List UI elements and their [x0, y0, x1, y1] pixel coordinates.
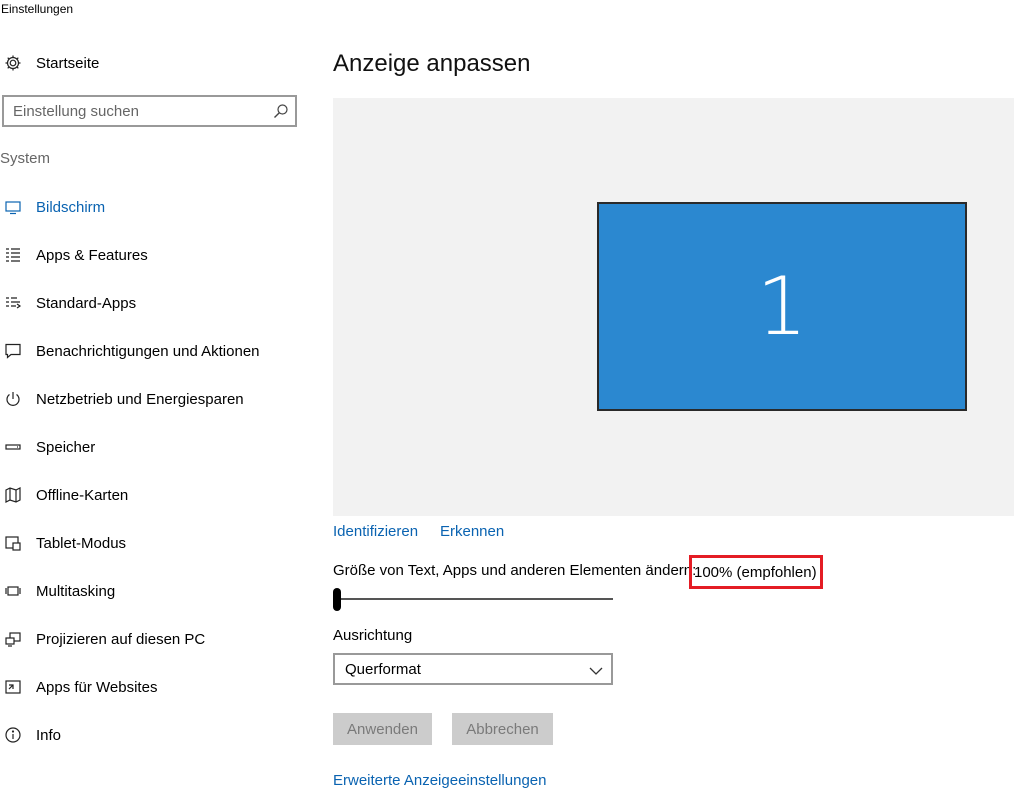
project-icon	[4, 630, 22, 648]
sidebar-item-projizieren[interactable]: Projizieren auf diesen PC	[0, 624, 300, 654]
orientation-label: Ausrichtung	[333, 627, 413, 644]
sidebar-item-apps-websites[interactable]: Apps für Websites	[0, 672, 300, 702]
sidebar-item-label: Apps für Websites	[36, 678, 158, 696]
monitor-number: 1	[756, 259, 808, 353]
window-title: Einstellungen	[1, 2, 74, 16]
list-icon	[4, 246, 22, 264]
sidebar-item-info[interactable]: Info	[0, 720, 300, 750]
sidebar-item-label: Info	[36, 726, 62, 744]
orientation-dropdown[interactable]: Querformat	[333, 653, 613, 685]
sidebar-item-speicher[interactable]: Speicher	[0, 432, 300, 462]
sidebar-item-label: Apps & Features	[36, 246, 148, 264]
power-icon	[4, 390, 22, 408]
sidebar-item-label: Speicher	[36, 438, 96, 456]
sidebar-item-standard-apps[interactable]: Standard-Apps	[0, 288, 300, 318]
search-icon[interactable]	[273, 103, 289, 119]
advanced-display-settings-link[interactable]: Erweiterte Anzeigeeinstellungen	[333, 772, 546, 789]
info-icon	[4, 726, 22, 744]
display-arrangement-area: 1	[333, 98, 1014, 516]
scale-slider-thumb[interactable]	[333, 588, 341, 611]
cancel-button[interactable]: Abbrechen	[452, 713, 553, 745]
sidebar-item-tablet-modus[interactable]: Tablet-Modus	[0, 528, 300, 558]
identify-link[interactable]: Identifizieren	[333, 523, 418, 540]
sidebar-item-label: Netzbetrieb und Energiesparen	[36, 390, 244, 408]
tablet-icon	[4, 534, 22, 552]
map-icon	[4, 486, 22, 504]
sidebar-item-label: Offline-Karten	[36, 486, 129, 504]
home-label: Startseite	[36, 54, 100, 72]
orientation-value: Querformat	[345, 660, 421, 678]
gear-icon	[4, 54, 22, 72]
home-link[interactable]: Startseite	[4, 52, 99, 74]
sidebar-item-label: Benachrichtigungen und Aktionen	[36, 342, 260, 360]
notification-icon	[4, 342, 22, 360]
sidebar-item-label: Bildschirm	[36, 198, 106, 216]
sidebar-item-bildschirm[interactable]: Bildschirm	[0, 192, 300, 222]
scale-label: Größe von Text, Apps und anderen Element…	[333, 562, 697, 579]
section-label-system: System	[0, 150, 51, 167]
sidebar-item-apps-features[interactable]: Apps & Features	[0, 240, 300, 270]
sidebar-item-label: Multitasking	[36, 582, 116, 600]
chevron-down-icon	[589, 663, 603, 681]
sidebar-item-label: Standard-Apps	[36, 294, 137, 312]
storage-icon	[4, 438, 22, 456]
sidebar-item-offline-karten[interactable]: Offline-Karten	[0, 480, 300, 510]
detect-link[interactable]: Erkennen	[440, 523, 504, 540]
apply-button[interactable]: Anwenden	[333, 713, 432, 745]
search-input[interactable]	[4, 97, 263, 125]
apps-websites-icon	[4, 678, 22, 696]
scale-slider-track[interactable]	[336, 598, 613, 600]
sidebar-item-label: Projizieren auf diesen PC	[36, 630, 206, 648]
sidebar-item-netzbetrieb[interactable]: Netzbetrieb und Energiesparen	[0, 384, 300, 414]
default-apps-icon	[4, 294, 22, 312]
sidebar-item-benachrichtigungen[interactable]: Benachrichtigungen und Aktionen	[0, 336, 300, 366]
sidebar-item-label: Tablet-Modus	[36, 534, 127, 552]
scale-value: 100% (empfohlen)	[694, 563, 817, 581]
settings-search[interactable]	[2, 95, 297, 127]
monitor-1-tile[interactable]: 1	[597, 202, 967, 411]
monitor-icon	[4, 198, 22, 216]
sidebar-item-multitasking[interactable]: Multitasking	[0, 576, 300, 606]
multitasking-icon	[4, 582, 22, 600]
page-title: Anzeige anpassen	[333, 50, 531, 77]
scale-value-highlight: 100% (empfohlen)	[689, 555, 823, 589]
